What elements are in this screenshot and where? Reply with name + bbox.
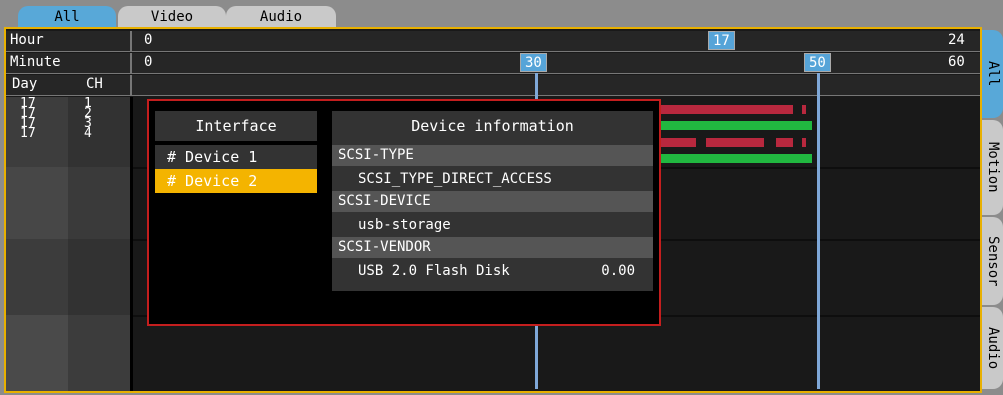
- scsi-vendor-row: USB 2.0 Flash Disk 0.00: [332, 259, 653, 283]
- grid-cell: [6, 97, 68, 167]
- timeline-panel: Hour 0 17 24 Minute 0 30 50 60 Day CH 17: [4, 27, 982, 393]
- event-bar-ch2: [658, 121, 812, 130]
- device-1-item[interactable]: # Device 1: [155, 145, 317, 169]
- day-channel-header: Day CH: [6, 75, 980, 96]
- scsi-vendor-label: SCSI-VENDOR: [332, 237, 653, 258]
- scsi-type-value: SCSI_TYPE_DIRECT_ACCESS: [358, 171, 552, 187]
- hour-end: 24: [948, 32, 965, 48]
- minute-marker-start[interactable]: 30: [520, 53, 547, 72]
- event-bar-ch1: [658, 105, 793, 114]
- grid-cell: [68, 239, 130, 315]
- event-bar-ch3: [776, 138, 793, 147]
- hour-row: Hour 0 17 24: [6, 31, 980, 52]
- minute-end: 60: [948, 54, 965, 70]
- channel-list: 1 2 3 4: [84, 97, 92, 141]
- range-end-line[interactable]: [817, 73, 820, 389]
- grid-cell: [68, 167, 130, 239]
- scsi-vendor-revision: 0.00: [601, 263, 635, 279]
- scsi-device-value: usb-storage: [358, 217, 451, 233]
- device-info-panel: Device information SCSI-TYPE SCSI_TYPE_D…: [332, 111, 653, 291]
- event-bar-ch3: [802, 138, 806, 147]
- device-2-item[interactable]: # Device 2: [155, 169, 317, 193]
- tab-audio[interactable]: Audio: [226, 6, 336, 28]
- device-info-dialog: Interface # Device 1 # Device 2 Device i…: [147, 99, 661, 326]
- minute-row: Minute 0 30 50 60: [6, 53, 980, 74]
- minute-marker-end[interactable]: 50: [804, 53, 831, 72]
- minute-label: Minute: [10, 54, 61, 70]
- event-bar-ch3: [706, 138, 764, 147]
- side-tab-sensor[interactable]: Sensor: [982, 217, 1003, 305]
- day-value: 17: [20, 126, 36, 141]
- event-bar-ch4: [658, 154, 812, 163]
- grid-cell: [6, 167, 68, 239]
- device-info-title: Device information: [411, 117, 574, 135]
- day-list: 17 17 17 17: [20, 97, 36, 141]
- tab-all[interactable]: All: [18, 6, 116, 28]
- header-divider: [130, 53, 132, 73]
- grid-cell: [6, 315, 68, 391]
- minute-start: 0: [144, 54, 153, 70]
- scsi-vendor-value: USB 2.0 Flash Disk: [358, 263, 510, 279]
- tab-video[interactable]: Video: [118, 6, 226, 28]
- grid-divider: [130, 97, 133, 391]
- grid-cell: [68, 315, 130, 391]
- day-channel-column: 17 17 17 17 1 2 3 4: [6, 97, 130, 391]
- side-tab-all[interactable]: All: [982, 30, 1003, 118]
- scsi-type-label: SCSI-TYPE: [332, 145, 653, 166]
- side-tab-audio[interactable]: Audio: [982, 307, 1003, 389]
- grid-cell: [68, 97, 130, 167]
- header-divider: [130, 75, 132, 95]
- header-divider: [130, 31, 132, 51]
- hour-marker[interactable]: 17: [708, 31, 735, 50]
- scsi-device-label: SCSI-DEVICE: [332, 191, 653, 212]
- event-bar-ch1: [802, 105, 806, 114]
- side-tab-motion[interactable]: Motion: [982, 120, 1003, 215]
- hour-label: Hour: [10, 32, 44, 48]
- event-bar-ch3: [658, 138, 696, 147]
- grid-cell: [6, 239, 68, 315]
- interface-title: Interface: [155, 111, 317, 141]
- hour-start: 0: [144, 32, 153, 48]
- ch-label: CH: [86, 76, 103, 92]
- tab-bar: All Video Audio: [0, 0, 1003, 28]
- channel-value: 4: [84, 126, 92, 141]
- day-label: Day: [12, 76, 38, 92]
